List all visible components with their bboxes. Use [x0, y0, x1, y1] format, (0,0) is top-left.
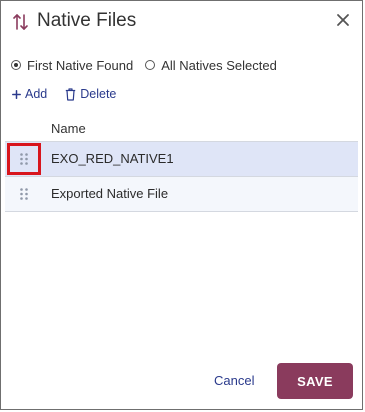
drag-handle-icon — [20, 188, 28, 200]
trash-icon — [65, 87, 76, 101]
sort-arrows-icon — [13, 13, 29, 36]
radio-first-native-found[interactable]: First Native Found — [11, 58, 133, 73]
column-header-name: Name — [51, 121, 86, 136]
native-selection-options: First Native Found All Natives Selected — [11, 56, 277, 74]
table-row[interactable]: EXO_RED_NATIVE1 — [5, 142, 358, 177]
add-label: Add — [25, 87, 48, 101]
row-name: Exported Native File — [51, 186, 169, 201]
delete-button[interactable]: Delete — [65, 87, 116, 101]
drag-handle-icon — [20, 153, 28, 165]
dialog-title: Native Files — [37, 10, 137, 31]
plus-icon — [12, 89, 21, 99]
toolbar: Add Delete — [12, 87, 116, 101]
dialog-header: Native Files — [1, 1, 362, 43]
radio-label: First Native Found — [27, 57, 134, 73]
table-row[interactable]: Exported Native File — [5, 177, 358, 212]
cancel-button[interactable]: Cancel — [214, 373, 254, 388]
radio-label: All Natives Selected — [161, 57, 277, 73]
delete-label: Delete — [80, 87, 117, 101]
drag-handle[interactable] — [7, 178, 41, 210]
radio-unchecked-icon[interactable] — [145, 60, 156, 70]
drag-handle[interactable] — [7, 143, 41, 175]
native-files-table: Name EXO_RED_NATIVE1 Exported Native Fil… — [5, 117, 358, 212]
row-name: EXO_RED_NATIVE1 — [51, 151, 174, 166]
close-icon[interactable] — [336, 13, 350, 32]
table-header: Name — [5, 117, 358, 142]
radio-all-natives-selected[interactable]: All Natives Selected — [145, 58, 277, 73]
dialog-footer: Cancel SAVE — [1, 361, 362, 403]
add-button[interactable]: Add — [12, 87, 47, 101]
native-files-dialog: Native Files First Native Found All Nati… — [0, 0, 363, 410]
radio-checked-icon[interactable] — [11, 60, 21, 70]
save-button[interactable]: SAVE — [277, 363, 353, 399]
